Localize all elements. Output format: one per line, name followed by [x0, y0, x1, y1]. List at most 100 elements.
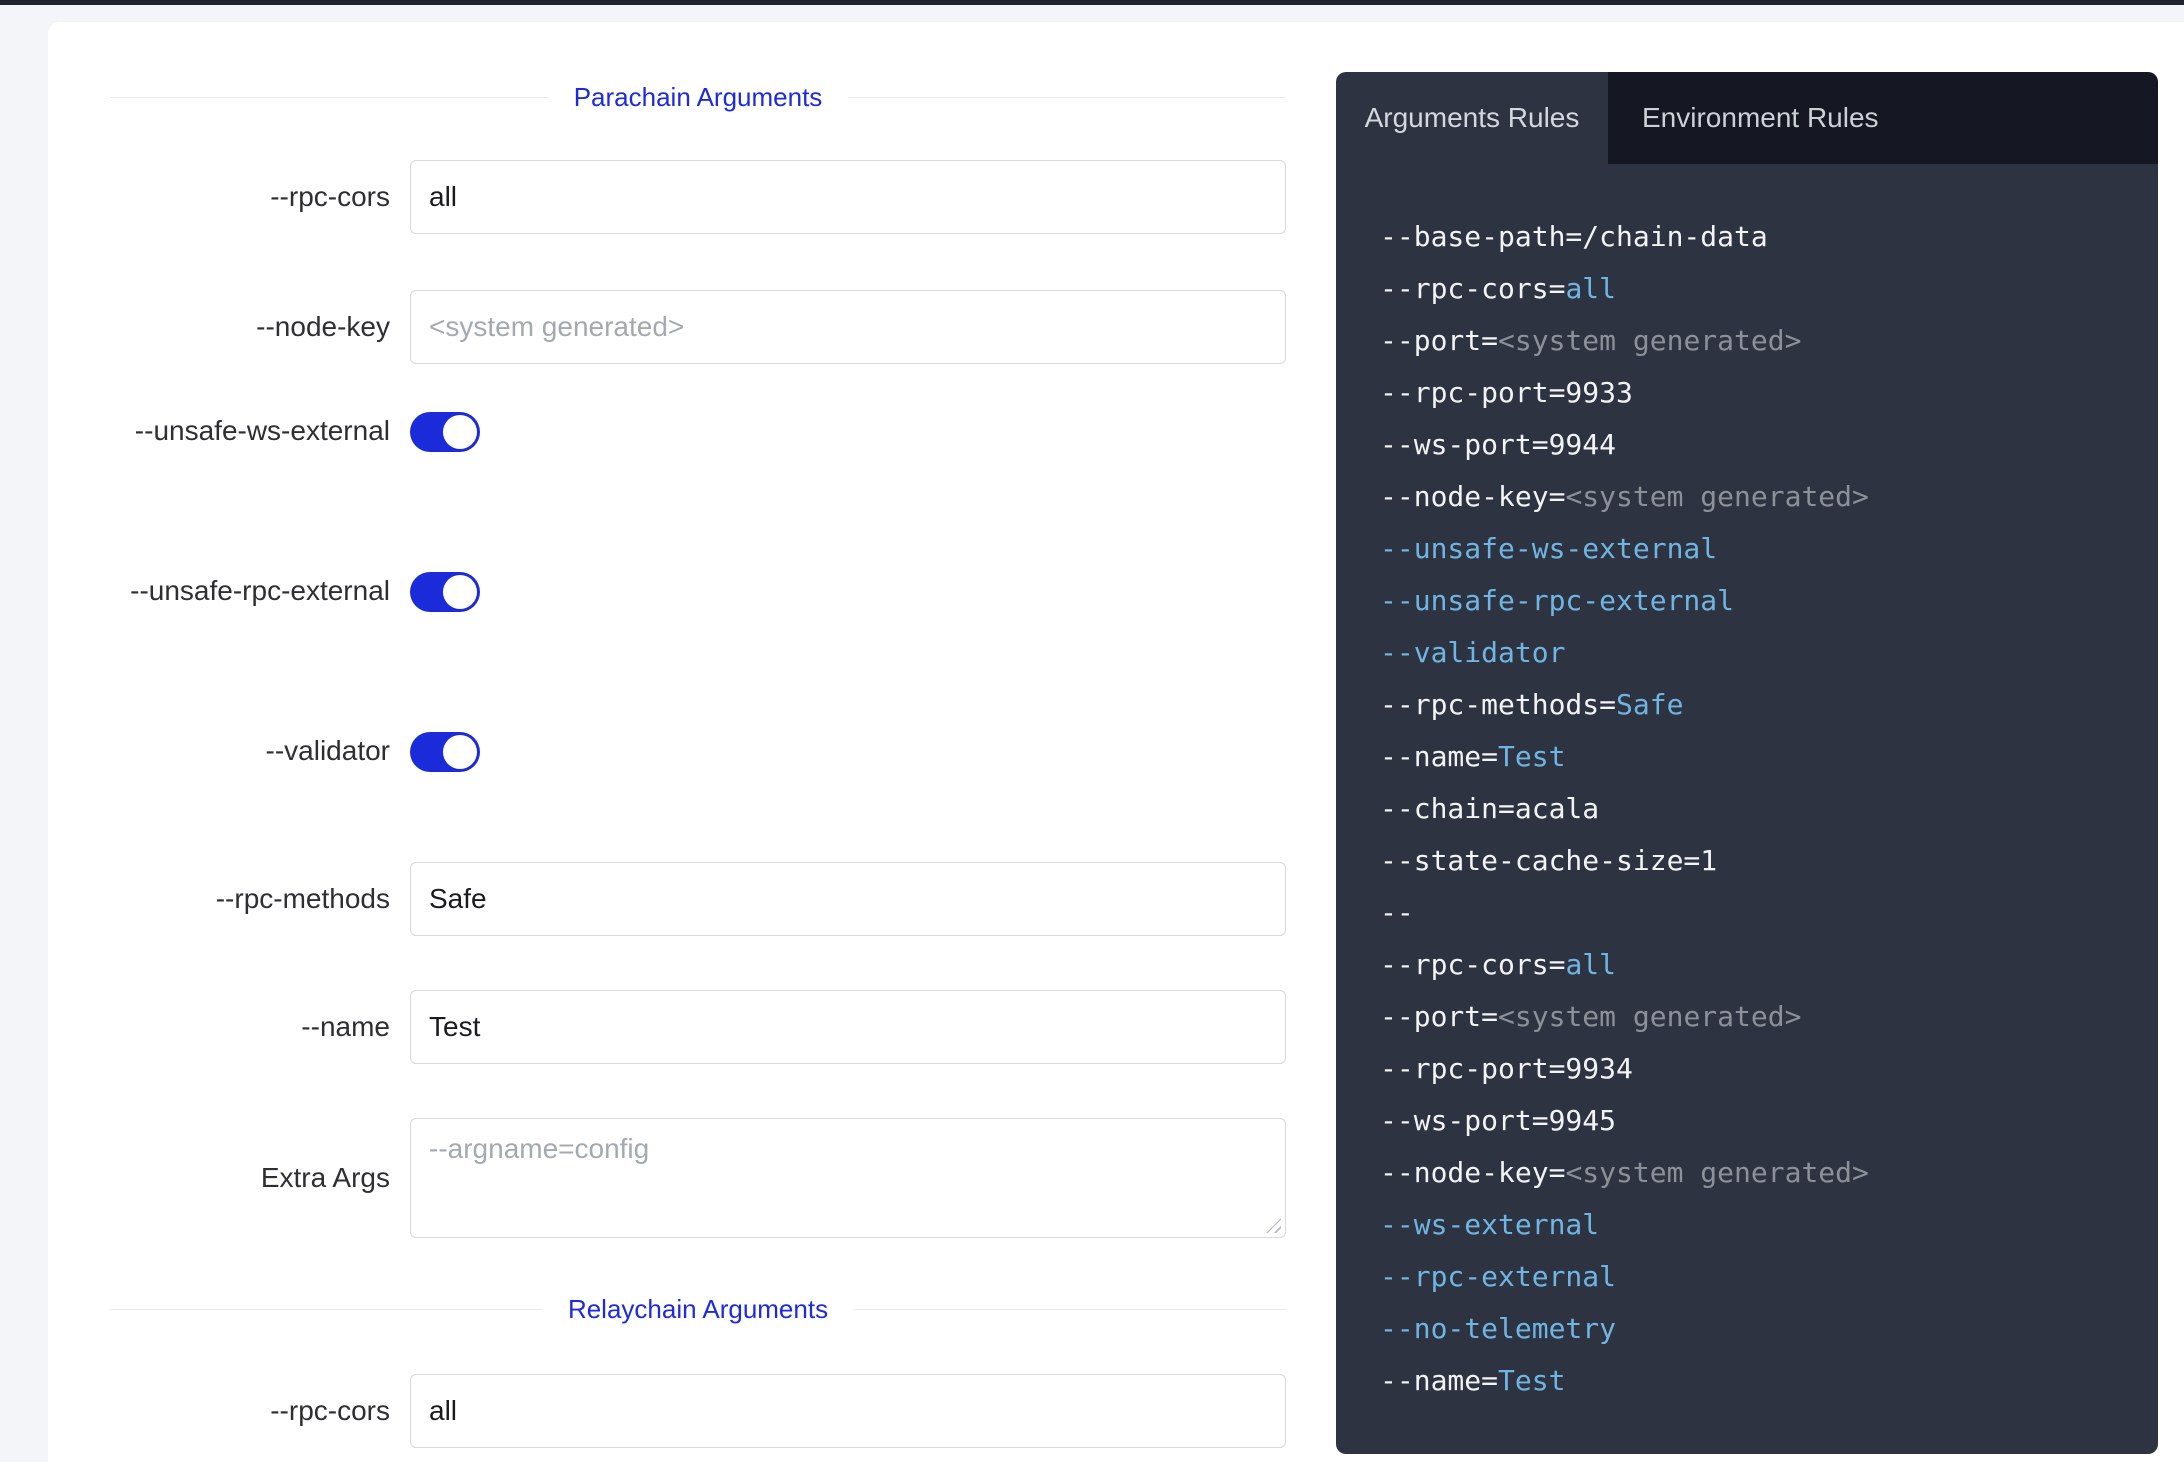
- rule-segment: --name=: [1380, 740, 1498, 773]
- form-row-rpc-cors: --rpc-cors: [110, 160, 1286, 234]
- rule-line: --ws-port=9944: [1380, 419, 2138, 471]
- relay-rpc-cors-input[interactable]: [410, 1374, 1286, 1448]
- extra-args-label: Extra Args: [110, 1159, 390, 1197]
- rule-segment: --rpc-port=9934: [1380, 1052, 1633, 1085]
- rule-segment: --ws-port=9945: [1380, 1104, 1616, 1137]
- node-key-input[interactable]: [410, 290, 1286, 364]
- form-row-relay-rpc-cors: --rpc-cors: [110, 1374, 1286, 1448]
- validator-label: --validator: [110, 732, 390, 770]
- node-arguments-form: Parachain Arguments --rpc-cors --node-ke…: [110, 22, 1286, 1448]
- rule-line: --validator: [1380, 627, 2138, 679]
- rule-line: --rpc-port=9933: [1380, 367, 2138, 419]
- unsafe-rpc-external-toggle[interactable]: [410, 572, 480, 612]
- rule-line: --node-key=<system generated>: [1380, 1147, 2138, 1199]
- rule-line: --unsafe-rpc-external: [1380, 575, 2138, 627]
- rpc-cors-label: --rpc-cors: [110, 178, 390, 216]
- divider-line: [848, 97, 1286, 98]
- name-input[interactable]: [410, 990, 1286, 1064]
- window-top-edge: [0, 0, 2184, 5]
- node-key-label: --node-key: [110, 308, 390, 346]
- rule-line: --ws-port=9945: [1380, 1095, 2138, 1147]
- rule-segment: --node-key=: [1380, 480, 1565, 513]
- rule-segment: --state-cache-size=1: [1380, 844, 1717, 877]
- rule-line: --: [1380, 887, 2138, 939]
- rule-segment: <system generated>: [1565, 480, 1868, 513]
- relay-rpc-cors-label: --rpc-cors: [110, 1392, 390, 1430]
- rule-line: --unsafe-ws-external: [1380, 523, 2138, 575]
- rule-segment: --rpc-external: [1380, 1260, 1616, 1293]
- rule-segment: --port=: [1380, 1000, 1498, 1033]
- rpc-methods-input[interactable]: [410, 862, 1286, 936]
- rule-segment: --ws-external: [1380, 1208, 1599, 1241]
- rule-segment: Test: [1498, 1364, 1565, 1397]
- divider-line: [110, 97, 548, 98]
- rule-segment: --rpc-methods=: [1380, 688, 1616, 721]
- rule-segment: <system generated>: [1565, 1156, 1868, 1189]
- toggle-knob: [443, 575, 477, 609]
- rule-segment: --port=: [1380, 324, 1498, 357]
- rule-line: --name=Test: [1380, 731, 2138, 783]
- rule-segment: <system generated>: [1498, 1000, 1801, 1033]
- form-row-rpc-methods: --rpc-methods: [110, 862, 1286, 936]
- rule-segment: Safe: [1616, 688, 1683, 721]
- extra-args-field: [410, 1118, 1286, 1238]
- rule-segment: --unsafe-rpc-external: [1380, 584, 1734, 617]
- rules-panel: Arguments Rules Environment Rules --base…: [1336, 72, 2158, 1454]
- form-row-node-key: --node-key: [110, 290, 1286, 364]
- unsafe-rpc-external-label: --unsafe-rpc-external: [110, 572, 390, 610]
- rule-line: --node-key=<system generated>: [1380, 471, 2138, 523]
- rule-line: --rpc-methods=Safe: [1380, 679, 2138, 731]
- form-row-extra-args: Extra Args: [110, 1118, 1286, 1238]
- unsafe-ws-external-label: --unsafe-ws-external: [110, 412, 390, 450]
- rule-segment: <system generated>: [1498, 324, 1801, 357]
- rpc-methods-label: --rpc-methods: [110, 880, 390, 918]
- rule-line: --rpc-cors=all: [1380, 263, 2138, 315]
- parachain-section-divider: Parachain Arguments: [110, 82, 1286, 112]
- tab-label: Environment Rules: [1642, 102, 1879, 134]
- rule-line: --name=Test: [1380, 1355, 2138, 1407]
- rule-line: --base-path=/chain-data: [1380, 211, 2138, 263]
- relaychain-section-divider: Relaychain Arguments: [110, 1294, 1286, 1324]
- parachain-section-title: Parachain Arguments: [548, 82, 849, 113]
- rules-tabbar: Arguments Rules Environment Rules: [1336, 72, 2158, 164]
- form-row-name: --name: [110, 990, 1286, 1064]
- rule-line: --port=<system generated>: [1380, 991, 2138, 1043]
- name-label: --name: [110, 1008, 390, 1046]
- form-row-validator: --validator: [110, 732, 1286, 812]
- rule-line: --chain=acala: [1380, 783, 2138, 835]
- rule-segment: --rpc-port=9933: [1380, 376, 1633, 409]
- form-row-unsafe-ws-external: --unsafe-ws-external: [110, 412, 1286, 492]
- main-card: Parachain Arguments --rpc-cors --node-ke…: [48, 22, 2184, 1462]
- rule-segment: all: [1565, 272, 1616, 305]
- relaychain-section-title: Relaychain Arguments: [542, 1294, 854, 1325]
- rule-line: --ws-external: [1380, 1199, 2138, 1251]
- toggle-knob: [443, 735, 477, 769]
- toggle-knob: [443, 415, 477, 449]
- validator-toggle[interactable]: [410, 732, 480, 772]
- rule-line: --no-telemetry: [1380, 1303, 2138, 1355]
- rule-segment: --: [1380, 896, 1414, 929]
- tab-label: Arguments Rules: [1365, 102, 1580, 134]
- rule-segment: --base-path=/chain-data: [1380, 220, 1768, 253]
- tab-arguments-rules[interactable]: Arguments Rules: [1336, 72, 1608, 164]
- rules-list: --base-path=/chain-data--rpc-cors=all--p…: [1336, 164, 2158, 1447]
- divider-line: [110, 1309, 542, 1310]
- rule-segment: --ws-port=9944: [1380, 428, 1616, 461]
- rpc-cors-input[interactable]: [410, 160, 1286, 234]
- divider-line: [854, 1309, 1286, 1310]
- rule-segment: all: [1565, 948, 1616, 981]
- tab-environment-rules[interactable]: Environment Rules: [1608, 72, 2158, 164]
- rule-segment: Test: [1498, 740, 1565, 773]
- rule-line: --port=<system generated>: [1380, 315, 2138, 367]
- rule-segment: --node-key=: [1380, 1156, 1565, 1189]
- rule-line: --rpc-external: [1380, 1251, 2138, 1303]
- unsafe-ws-external-toggle[interactable]: [410, 412, 480, 452]
- rule-segment: --unsafe-ws-external: [1380, 532, 1717, 565]
- rule-segment: --validator: [1380, 636, 1565, 669]
- form-row-unsafe-rpc-external: --unsafe-rpc-external: [110, 572, 1286, 652]
- rule-segment: --rpc-cors=: [1380, 948, 1565, 981]
- rule-segment: --no-telemetry: [1380, 1312, 1616, 1345]
- extra-args-textarea[interactable]: [410, 1118, 1286, 1238]
- rule-segment: --rpc-cors=: [1380, 272, 1565, 305]
- rule-line: --rpc-cors=all: [1380, 939, 2138, 991]
